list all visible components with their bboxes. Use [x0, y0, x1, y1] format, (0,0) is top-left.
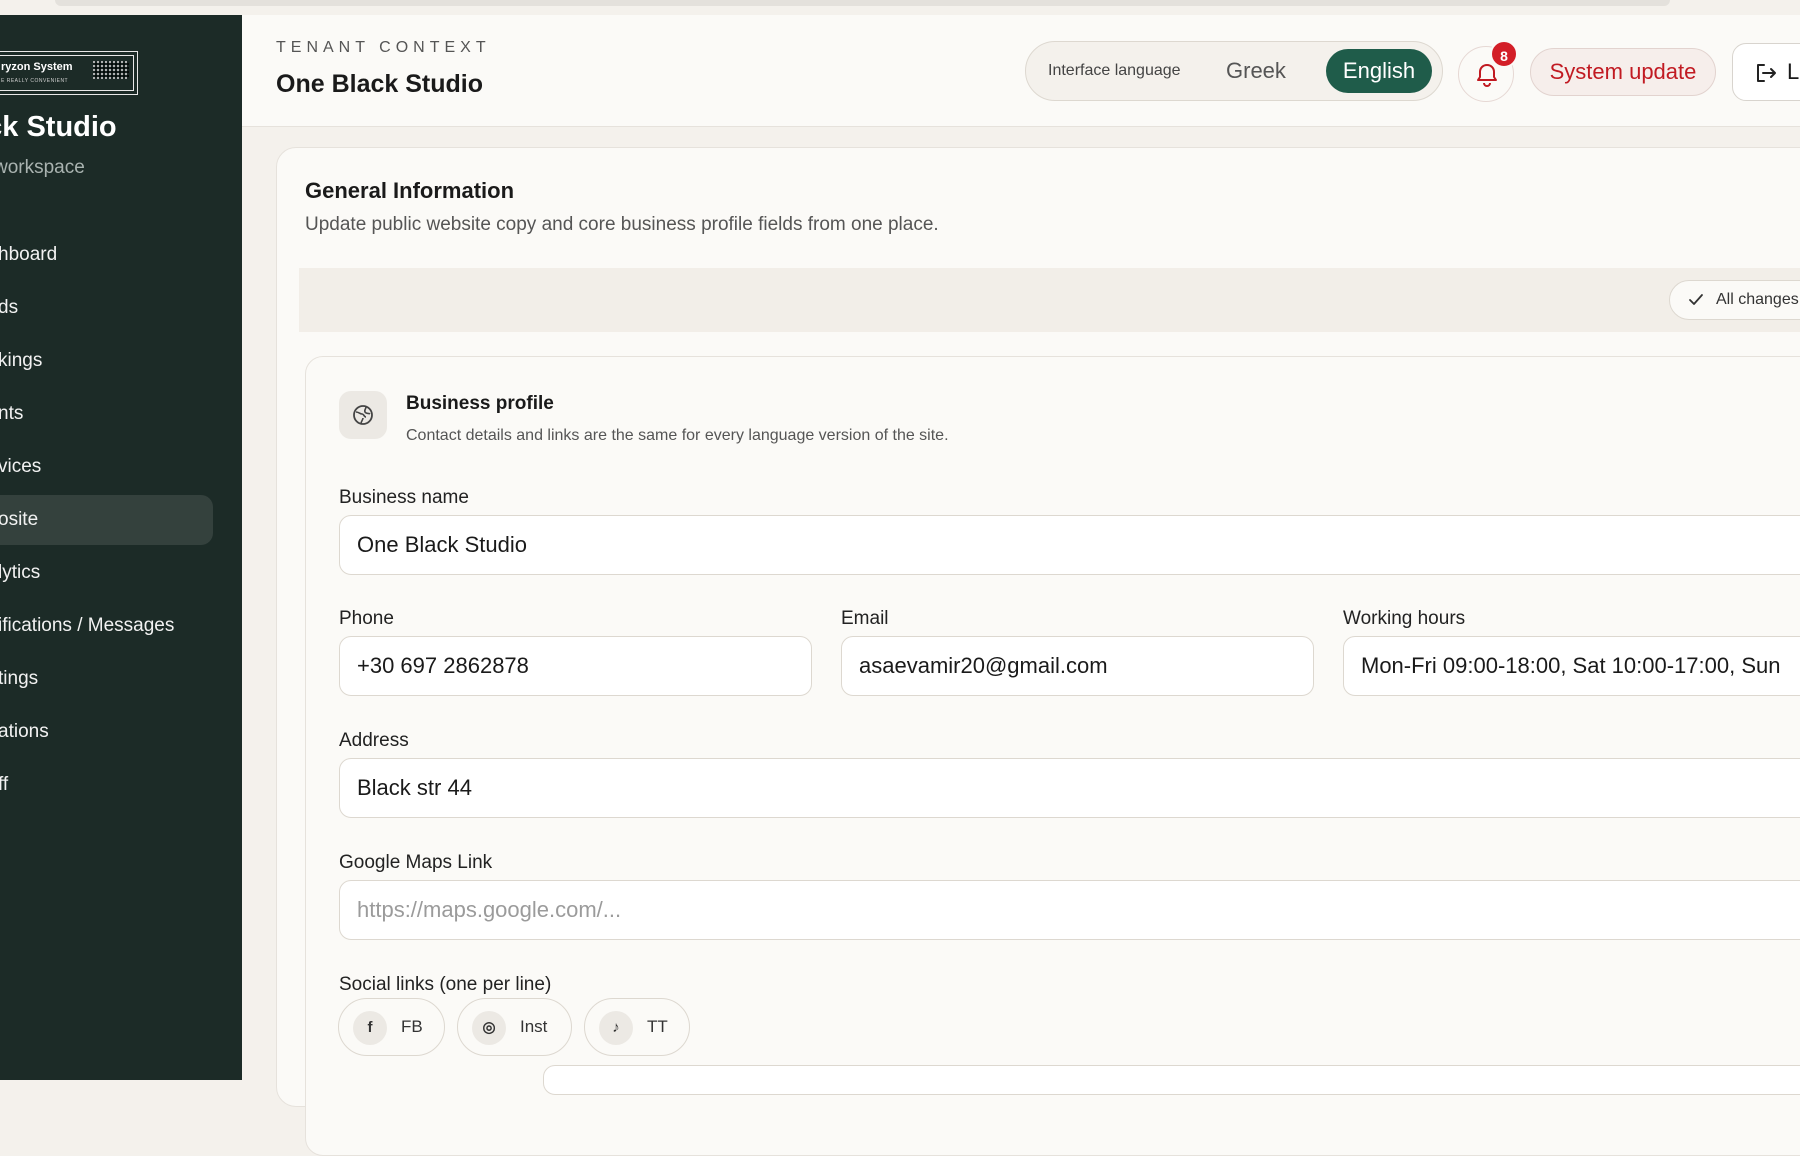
- save-status-pill: All changes s: [1669, 280, 1800, 320]
- lang-option-english[interactable]: English: [1326, 49, 1432, 93]
- sidebar-item-leads[interactable]: ds: [0, 283, 213, 333]
- business-name-input[interactable]: One Black Studio: [339, 515, 1800, 575]
- section-title: General Information: [305, 178, 515, 203]
- top-header: TENANT CONTEXT One Black Studio Interfac…: [242, 15, 1800, 127]
- logo-tagline: E REALLY CONVENIENT: [1, 78, 69, 84]
- system-update-button[interactable]: System update: [1530, 48, 1716, 96]
- section-description: Update public website copy and core busi…: [305, 214, 939, 235]
- facebook-icon: f: [353, 1011, 387, 1045]
- save-status-text: All changes s: [1716, 291, 1800, 308]
- language-switcher: Interface language Greek English: [1025, 41, 1443, 101]
- general-information-card: General Information Update public websit…: [276, 147, 1800, 1156]
- profile-title: Business profile: [406, 393, 554, 414]
- address-bar-edge: [55, 0, 1670, 6]
- sidebar-item-clients[interactable]: nts: [0, 389, 213, 439]
- sidebar-item-notifications[interactable]: ifications / Messages: [0, 601, 213, 651]
- instagram-icon: ◎: [472, 1011, 506, 1045]
- social-chip-tiktok[interactable]: ♪ TT: [584, 998, 690, 1056]
- sidebar-item-staff[interactable]: ff: [0, 760, 213, 810]
- address-input[interactable]: Black str 44: [339, 758, 1800, 818]
- social-chip-label: FB: [401, 1017, 423, 1036]
- logo-flag-mark: [93, 61, 129, 79]
- logo-text: ryzon System: [1, 61, 73, 73]
- social-chip-label: Inst: [520, 1017, 548, 1036]
- workspace-subtitle: workspace: [0, 157, 85, 178]
- logout-icon: [1757, 64, 1776, 82]
- social-links-label: Social links (one per line): [339, 974, 552, 995]
- sidebar: ryzon System E REALLY CONVENIENT ack Stu…: [0, 15, 242, 1080]
- logout-button[interactable]: L: [1732, 43, 1800, 101]
- sidebar-item-integrations[interactable]: ations: [0, 707, 213, 757]
- social-links-textarea[interactable]: [543, 1065, 1800, 1095]
- email-label: Email: [841, 608, 889, 629]
- working-hours-input[interactable]: Mon-Fri 09:00-18:00, Sat 10:00-17:00, Su…: [1343, 636, 1800, 696]
- sidebar-item-settings[interactable]: tings: [0, 654, 213, 704]
- tiktok-icon: ♪: [599, 1011, 633, 1045]
- sidebar-item-analytics[interactable]: lytics: [0, 548, 213, 598]
- sidebar-item-bookings[interactable]: kings: [0, 336, 213, 386]
- tenant-name: One Black Studio: [276, 70, 483, 98]
- phone-input[interactable]: +30 697 2862878: [339, 636, 812, 696]
- google-maps-input[interactable]: https://maps.google.com/...: [339, 880, 1800, 940]
- business-name-label: Business name: [339, 487, 469, 508]
- save-status-bar: All changes s: [299, 268, 1800, 332]
- workspace-name: ack Studio: [0, 111, 117, 143]
- profile-description: Contact details and links are the same f…: [406, 427, 949, 444]
- address-label: Address: [339, 730, 409, 751]
- google-maps-label: Google Maps Link: [339, 852, 493, 873]
- sidebar-item-dashboard[interactable]: hboard: [0, 230, 213, 280]
- brand-logo[interactable]: ryzon System E REALLY CONVENIENT: [0, 51, 138, 95]
- browser-top-strip: [0, 0, 1800, 16]
- tenant-context-label: TENANT CONTEXT: [276, 39, 491, 56]
- language-switcher-label: Interface language: [1048, 62, 1181, 79]
- working-hours-label: Working hours: [1343, 608, 1466, 629]
- check-icon: [1689, 294, 1703, 305]
- email-input[interactable]: asaevamir20@gmail.com: [841, 636, 1314, 696]
- social-chip-label: TT: [647, 1017, 668, 1036]
- profile-section-icon-wrap: [339, 391, 387, 439]
- sidebar-item-website[interactable]: osite: [0, 495, 213, 545]
- social-chip-facebook[interactable]: f FB: [338, 998, 445, 1056]
- lang-option-greek[interactable]: Greek: [1226, 58, 1286, 84]
- sidebar-item-services[interactable]: vices: [0, 442, 213, 492]
- globe-icon: [353, 405, 373, 425]
- bell-icon: [1477, 64, 1497, 87]
- social-chip-instagram[interactable]: ◎ Inst: [457, 998, 572, 1056]
- phone-label: Phone: [339, 608, 394, 629]
- notification-count-badge: 8: [1490, 40, 1518, 68]
- logout-label: L: [1787, 59, 1800, 84]
